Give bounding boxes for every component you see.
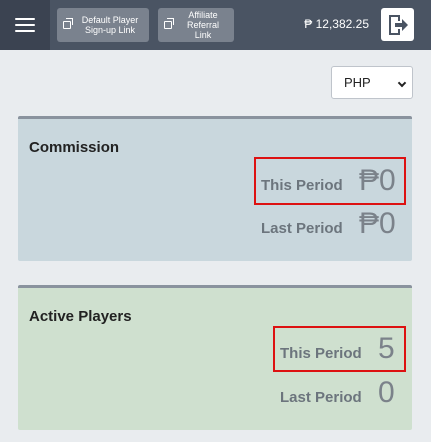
players-this-period-label: This Period bbox=[280, 345, 362, 362]
currency-select-value: PHP bbox=[344, 75, 371, 90]
chevron-down-icon bbox=[397, 78, 407, 88]
default-player-signup-link-label: Default Player Sign-up Link bbox=[81, 15, 139, 35]
players-last-period-label: Last Period bbox=[280, 389, 362, 406]
commission-title: Commission bbox=[29, 139, 120, 156]
menu-button[interactable] bbox=[0, 0, 50, 50]
players-last-period-value: 0 bbox=[378, 376, 395, 409]
currency-select[interactable]: PHP bbox=[331, 66, 413, 99]
link-icon bbox=[164, 18, 174, 29]
active-players-title: Active Players bbox=[29, 308, 132, 325]
menu-icon bbox=[15, 18, 35, 20]
affiliate-referral-link-label: Affiliate Referral Link bbox=[186, 10, 219, 40]
players-this-period-value: 5 bbox=[378, 332, 395, 365]
menu-icon-bar bbox=[15, 30, 35, 32]
logout-button[interactable] bbox=[381, 8, 414, 41]
commission-last-period-value: ₱0 bbox=[359, 207, 396, 240]
top-navbar: Default Player Sign-up Link Affiliate Re… bbox=[0, 0, 431, 50]
account-balance: ₱ 12,382.25 bbox=[304, 17, 369, 31]
menu-icon-bar bbox=[15, 24, 35, 26]
commission-last-period-label: Last Period bbox=[261, 220, 343, 237]
commission-this-period-value: ₱0 bbox=[359, 164, 396, 197]
link-icon bbox=[63, 18, 73, 29]
affiliate-referral-link-button[interactable]: Affiliate Referral Link bbox=[158, 8, 234, 42]
commission-this-period-label: This Period bbox=[261, 177, 343, 194]
default-player-signup-link-button[interactable]: Default Player Sign-up Link bbox=[57, 8, 149, 42]
logout-icon bbox=[388, 14, 408, 35]
